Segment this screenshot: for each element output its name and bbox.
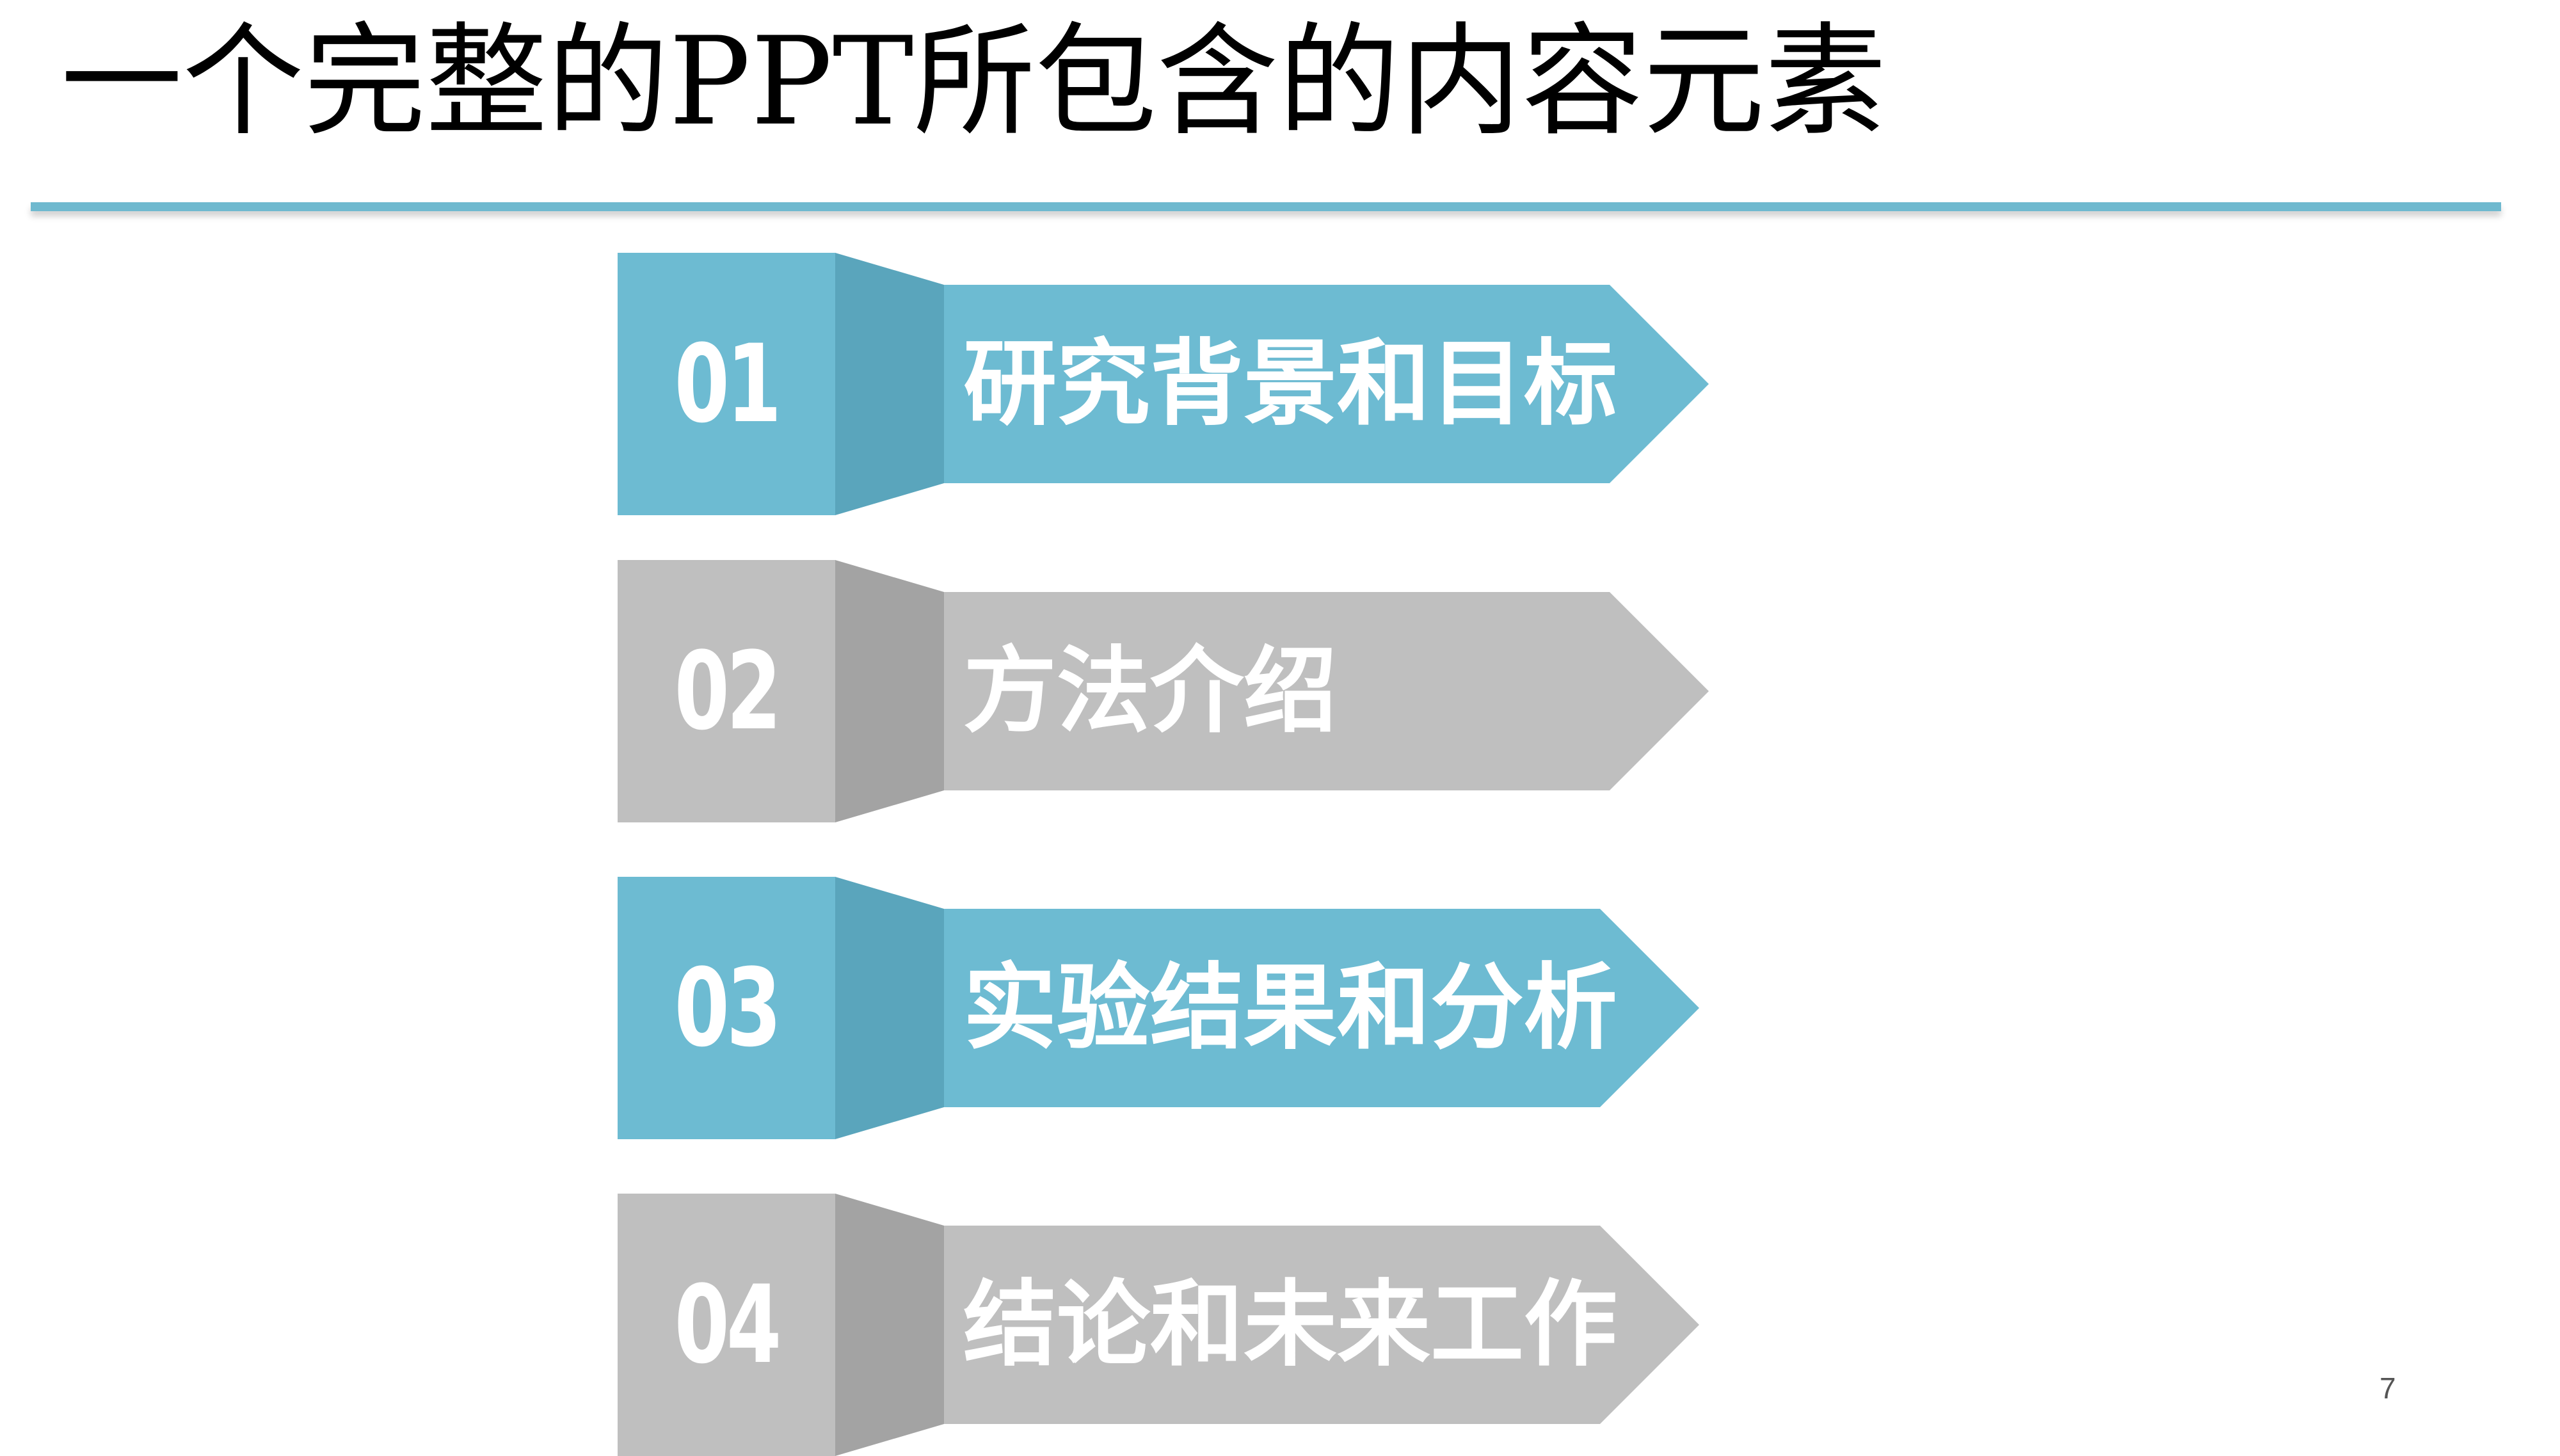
item-label: 方法介绍	[963, 637, 1337, 746]
slide-title: 一个完整的PPT所包含的内容元素	[61, 11, 1887, 152]
item-number: 04	[674, 1262, 782, 1388]
item-number: 01	[674, 321, 782, 447]
title-divider	[31, 202, 2501, 211]
item-number: 03	[674, 945, 782, 1071]
list-item-3: 03 实验结果和分析	[618, 877, 1706, 1139]
item-label: 研究背景和目标	[963, 330, 1617, 438]
item-label: 实验结果和分析	[963, 954, 1617, 1062]
list-item-4: 04 结论和未来工作	[618, 1194, 1706, 1456]
item-number: 02	[674, 628, 782, 754]
list-item-1: 01 研究背景和目标	[618, 253, 1709, 515]
list-item-2: 02 方法介绍	[618, 560, 1709, 822]
page-number: 7	[2380, 1372, 2396, 1405]
item-label: 结论和未来工作	[963, 1270, 1617, 1379]
